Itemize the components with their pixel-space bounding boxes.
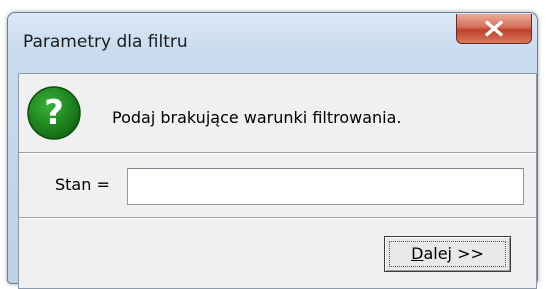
dialog-body: ? Podaj brakujące warunki filtrowania. S…: [18, 73, 537, 289]
divider-top: [19, 152, 536, 154]
close-button[interactable]: [456, 14, 532, 44]
question-glyph: ?: [44, 93, 64, 133]
dialog-window: Parametry dla filtru ? Podaj brakujące w…: [7, 12, 538, 289]
next-button[interactable]: Dalej >>: [384, 236, 511, 272]
question-icon: ?: [27, 86, 81, 140]
divider-bottom: [19, 217, 536, 219]
window-title: Parametry dla filtru: [23, 32, 188, 52]
stan-label: Stan =: [55, 175, 110, 194]
dialog-message: Podaj brakujące warunki filtrowania.: [112, 108, 402, 127]
focus-rect: [389, 241, 506, 267]
stan-input[interactable]: [127, 168, 524, 205]
close-icon: [484, 20, 504, 37]
